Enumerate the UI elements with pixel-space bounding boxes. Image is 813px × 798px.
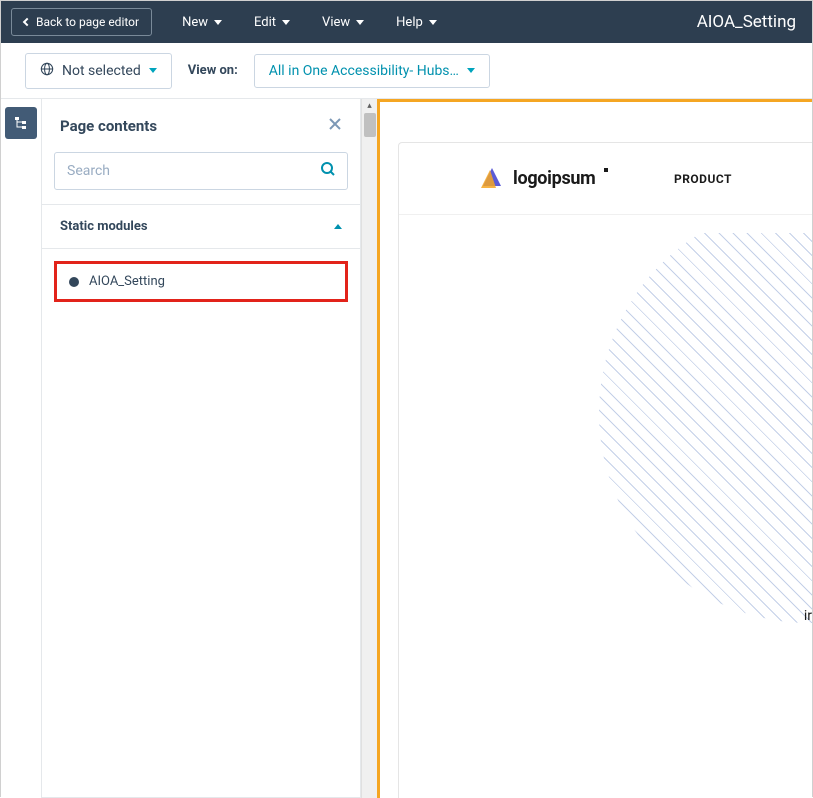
sub-bar: Not selected View on: All in One Accessi… <box>1 43 812 99</box>
left-rail <box>1 99 41 798</box>
logo-text: logoipsum <box>513 168 595 189</box>
view-on-value: All in One Accessibility- Hubs… <box>269 63 459 79</box>
menu-bar: New Edit View Help <box>182 15 437 30</box>
menu-edit[interactable]: Edit <box>254 15 290 30</box>
scrollbar-thumb[interactable] <box>364 113 376 137</box>
hero-background <box>569 233 812 653</box>
scrollbar[interactable]: ▴ <box>361 99 377 798</box>
tree-icon <box>13 115 29 131</box>
back-button[interactable]: Back to page editor <box>11 8 152 36</box>
partial-text: ir <box>804 608 812 624</box>
module-dot-icon <box>69 277 79 287</box>
environment-label: Not selected <box>62 63 141 79</box>
chevron-left-icon <box>23 18 31 26</box>
panel-header: Page contents <box>42 99 360 152</box>
globe-icon <box>40 62 54 80</box>
menu-label: Edit <box>254 15 276 30</box>
preview-content[interactable]: logoipsum PRODUCT ir <box>398 142 812 798</box>
search-icon[interactable] <box>320 161 336 181</box>
stripe-pattern <box>599 233 812 623</box>
top-bar: Back to page editor New Edit View Help A… <box>1 1 812 43</box>
chevron-down-icon <box>149 68 157 73</box>
chevron-down-icon <box>356 20 364 25</box>
static-modules-section[interactable]: Static modules <box>42 204 360 249</box>
search-wrap <box>42 152 360 204</box>
contents-toggle-button[interactable] <box>5 107 37 139</box>
environment-dropdown[interactable]: Not selected <box>25 53 172 89</box>
close-icon[interactable] <box>328 115 342 136</box>
page-contents-panel: Page contents Static modules AIOA_Settin… <box>41 99 361 798</box>
menu-label: New <box>182 15 208 30</box>
logo-dot-icon <box>604 168 608 172</box>
chevron-up-icon <box>334 224 342 229</box>
main-area: Page contents Static modules AIOA_Settin… <box>1 99 812 798</box>
logo[interactable]: logoipsum <box>479 166 608 192</box>
search-input[interactable] <box>54 152 348 190</box>
view-on-label: View on: <box>188 63 238 78</box>
section-title: Static modules <box>60 219 148 234</box>
chevron-down-icon <box>467 68 475 73</box>
menu-label: View <box>322 15 350 30</box>
logo-mark-icon <box>479 166 505 192</box>
module-label: AIOA_Setting <box>89 274 165 289</box>
chevron-down-icon <box>429 20 437 25</box>
menu-new[interactable]: New <box>182 15 222 30</box>
preview-pane: logoipsum PRODUCT ir <box>377 99 812 798</box>
back-button-label: Back to page editor <box>36 15 139 29</box>
menu-label: Help <box>396 15 423 30</box>
menu-help[interactable]: Help <box>396 15 437 30</box>
module-item-aioa-setting[interactable]: AIOA_Setting <box>54 261 348 302</box>
panel-title: Page contents <box>60 117 157 135</box>
chevron-down-icon <box>282 20 290 25</box>
scroll-up-arrow-icon: ▴ <box>367 101 372 111</box>
view-on-dropdown[interactable]: All in One Accessibility- Hubs… <box>254 54 490 88</box>
menu-view[interactable]: View <box>322 15 364 30</box>
site-header: logoipsum PRODUCT <box>399 143 812 215</box>
nav-product[interactable]: PRODUCT <box>674 172 732 186</box>
chevron-down-icon <box>214 20 222 25</box>
page-title: AIOA_Setting <box>697 12 802 32</box>
